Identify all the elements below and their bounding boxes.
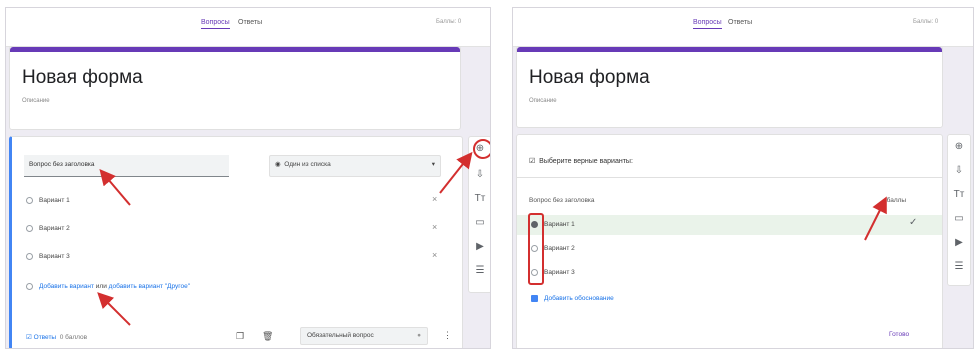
form-header-card[interactable]: Новая форма Описание (516, 46, 943, 128)
add-feedback-row[interactable]: Добавить обоснование (531, 295, 614, 302)
option-row[interactable]: Вариант 1 (26, 197, 70, 204)
add-option-or: или (95, 283, 107, 290)
trash-icon[interactable]: 🗑 (262, 331, 273, 342)
add-feedback-link[interactable]: Добавить обоснование (544, 295, 614, 302)
option-row[interactable]: Вариант 2 (26, 225, 70, 232)
import-icon[interactable]: ⇩ (948, 165, 970, 176)
form-header-card[interactable]: Новая форма Описание (9, 46, 461, 130)
close-icon[interactable]: × (432, 222, 437, 232)
question-label: Вопрос без заголовка (529, 197, 595, 204)
tab-questions[interactable]: Вопросы (201, 19, 230, 29)
option-row[interactable]: Вариант 3 (26, 253, 70, 260)
choose-correct-heading: ☑ Выберите верные варианты: (529, 157, 633, 165)
close-icon[interactable]: × (432, 250, 437, 260)
points-input[interactable] (877, 197, 885, 205)
video-icon[interactable]: ▶ (948, 237, 970, 248)
image-icon[interactable]: ▭ (469, 217, 490, 228)
points-field[interactable]: баллы (877, 197, 907, 205)
option-label[interactable]: Вариант 3 (39, 253, 70, 260)
toggle-icon: ● (417, 332, 421, 339)
video-icon[interactable]: ▶ (469, 241, 490, 252)
accent-bar (517, 47, 942, 52)
add-option-link[interactable]: Добавить вариант (39, 283, 94, 290)
points-total: Баллы: 0 (913, 19, 939, 25)
done-button[interactable]: Готово (889, 331, 909, 338)
type-select-label: Один из списка (284, 161, 331, 168)
add-option-row: Добавить вариант или добавить вариант "Д… (26, 283, 190, 290)
close-icon[interactable]: × (432, 194, 437, 204)
top-bar: Вопросы Ответы Баллы: 0 (6, 8, 490, 47)
side-toolbar: ⊕ ⇩ Tт ▭ ▶ ☰ (468, 136, 490, 293)
answer-key-card[interactable]: ☑ Выберите верные варианты: Вопрос без з… (516, 134, 943, 348)
option-label[interactable]: Вариант 1 (544, 221, 575, 228)
answers-label: Ответы (33, 334, 57, 341)
left-screenshot: Вопросы Ответы Баллы: 0 Новая форма Опис… (5, 7, 491, 349)
highlight-circle (473, 139, 490, 159)
type-select[interactable]: ◉ Один из списка ▾ (269, 155, 441, 177)
add-question-icon[interactable]: ⊕ (948, 141, 970, 152)
radio-icon (26, 197, 33, 204)
accent-bar (10, 47, 460, 52)
form-title[interactable]: Новая форма (22, 67, 143, 89)
section-icon[interactable]: ☰ (948, 261, 970, 272)
option-label[interactable]: Вариант 2 (544, 245, 575, 252)
selected-option-bg (517, 215, 942, 235)
form-description[interactable]: Описание (22, 98, 50, 104)
points-label: баллы (886, 197, 907, 204)
more-icon[interactable]: ⋮ (443, 330, 452, 341)
radio-icon (26, 225, 33, 232)
right-screenshot: Вопросы Ответы Баллы: 0 Новая форма Опис… (512, 7, 974, 349)
tab-questions[interactable]: Вопросы (693, 19, 722, 29)
feedback-icon (531, 295, 538, 302)
checklist-icon: ☑ (26, 334, 34, 341)
radio-icon (26, 283, 33, 290)
option-label[interactable]: Вариант 3 (544, 269, 575, 276)
highlight-rect (528, 213, 544, 285)
check-icon: ✓ (909, 217, 918, 228)
divider (517, 177, 942, 178)
question-input[interactable]: Вопрос без заголовка (24, 155, 229, 177)
required-label: Обязательный вопрос (307, 332, 374, 339)
section-icon[interactable]: ☰ (469, 265, 490, 276)
add-other-link[interactable]: добавить вариант "Другое" (109, 283, 190, 290)
title-icon[interactable]: Tт (469, 193, 490, 204)
checklist-icon: ☑ (529, 158, 540, 165)
chevron-down-icon: ▾ (431, 161, 435, 168)
tab-answers[interactable]: Ответы (728, 19, 752, 28)
question-card[interactable]: Вопрос без заголовка ◉ Один из списка ▾ В… (9, 136, 463, 348)
option-label[interactable]: Вариант 1 (39, 197, 70, 204)
points-total: Баллы: 0 (436, 19, 462, 25)
top-bar: Вопросы Ответы Баллы: 0 (513, 8, 973, 47)
answers-key-button[interactable]: ☑ Ответы 0 баллов (26, 333, 87, 341)
tab-answers[interactable]: Ответы (238, 19, 262, 28)
radio-type-icon: ◉ (275, 161, 285, 168)
choose-correct-label: Выберите верные варианты: (539, 158, 633, 165)
points-label: 0 баллов (59, 334, 88, 341)
side-toolbar: ⊕ ⇩ Tт ▭ ▶ ☰ (947, 134, 971, 286)
required-toggle[interactable]: Обязательный вопрос ● (300, 327, 428, 345)
title-icon[interactable]: Tт (948, 189, 970, 200)
copy-icon[interactable]: ❐ (236, 331, 244, 342)
radio-icon (26, 253, 33, 260)
option-label[interactable]: Вариант 2 (39, 225, 70, 232)
form-description[interactable]: Описание (529, 98, 557, 104)
form-title[interactable]: Новая форма (529, 67, 650, 89)
import-icon[interactable]: ⇩ (469, 169, 490, 180)
image-icon[interactable]: ▭ (948, 213, 970, 224)
